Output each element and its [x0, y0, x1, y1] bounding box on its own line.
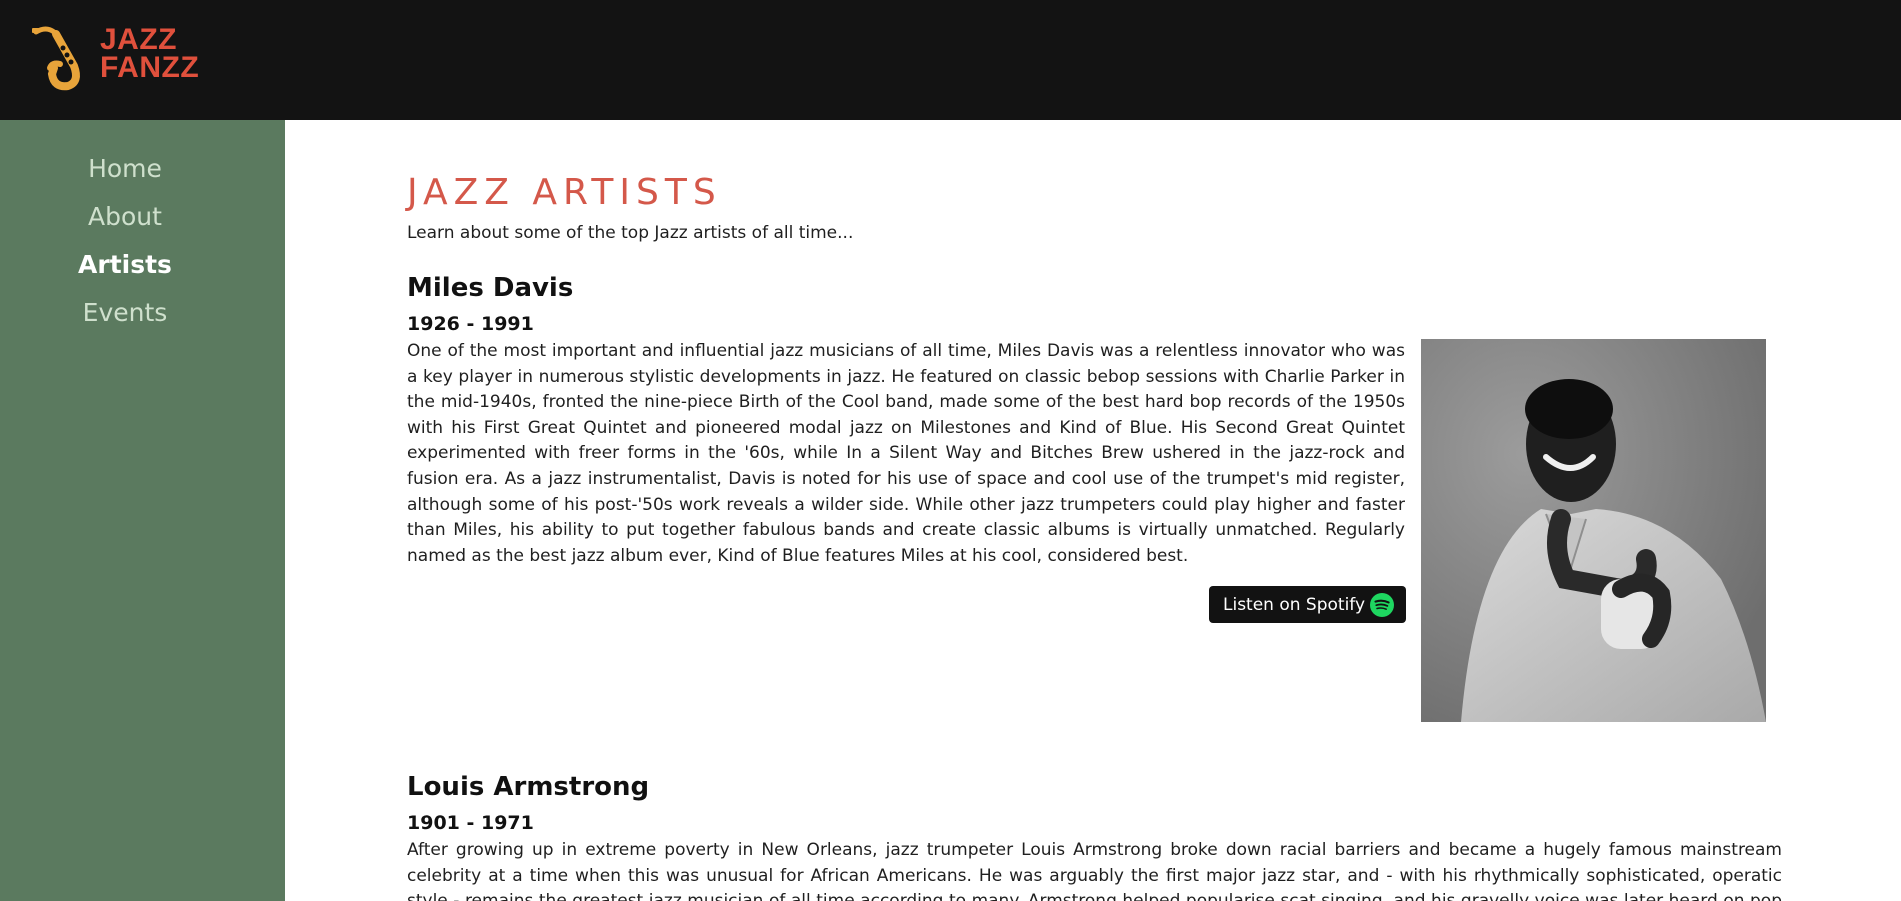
artist-name: Miles Davis: [407, 273, 574, 303]
saxophone-icon: [32, 26, 80, 91]
site-logo[interactable]: JAZZ FANZZ: [28, 22, 218, 94]
spotify-button-label: Listen on Spotify: [1223, 594, 1366, 615]
listen-on-spotify-button[interactable]: Listen on Spotify: [1209, 586, 1406, 623]
main-content: JAZZ ARTISTS Learn about some of the top…: [407, 0, 1782, 901]
artist-years: 1901 - 1971: [407, 812, 534, 834]
logo-line-1: JAZZ: [100, 23, 177, 56]
artist-years: 1926 - 1991: [407, 313, 534, 335]
logo-text: JAZZ FANZZ: [100, 23, 200, 84]
sidebar-item-events[interactable]: Events: [0, 298, 250, 327]
page-subtitle: Learn about some of the top Jazz artists…: [407, 223, 854, 243]
sidebar-item-about[interactable]: About: [0, 202, 250, 231]
sidebar-nav: Home About Artists Events: [0, 120, 285, 901]
artist-photo: [1421, 339, 1766, 722]
spotify-icon: [1370, 593, 1394, 617]
artist-bio: After growing up in extreme poverty in N…: [407, 840, 1782, 901]
sidebar-item-artists[interactable]: Artists: [0, 250, 250, 279]
artist-name: Louis Armstrong: [407, 772, 650, 802]
artist-bio: One of the most important and influentia…: [407, 341, 1405, 566]
sidebar-item-home[interactable]: Home: [0, 154, 250, 183]
logo-line-2: FANZZ: [100, 51, 200, 84]
page-title: JAZZ ARTISTS: [407, 172, 722, 213]
